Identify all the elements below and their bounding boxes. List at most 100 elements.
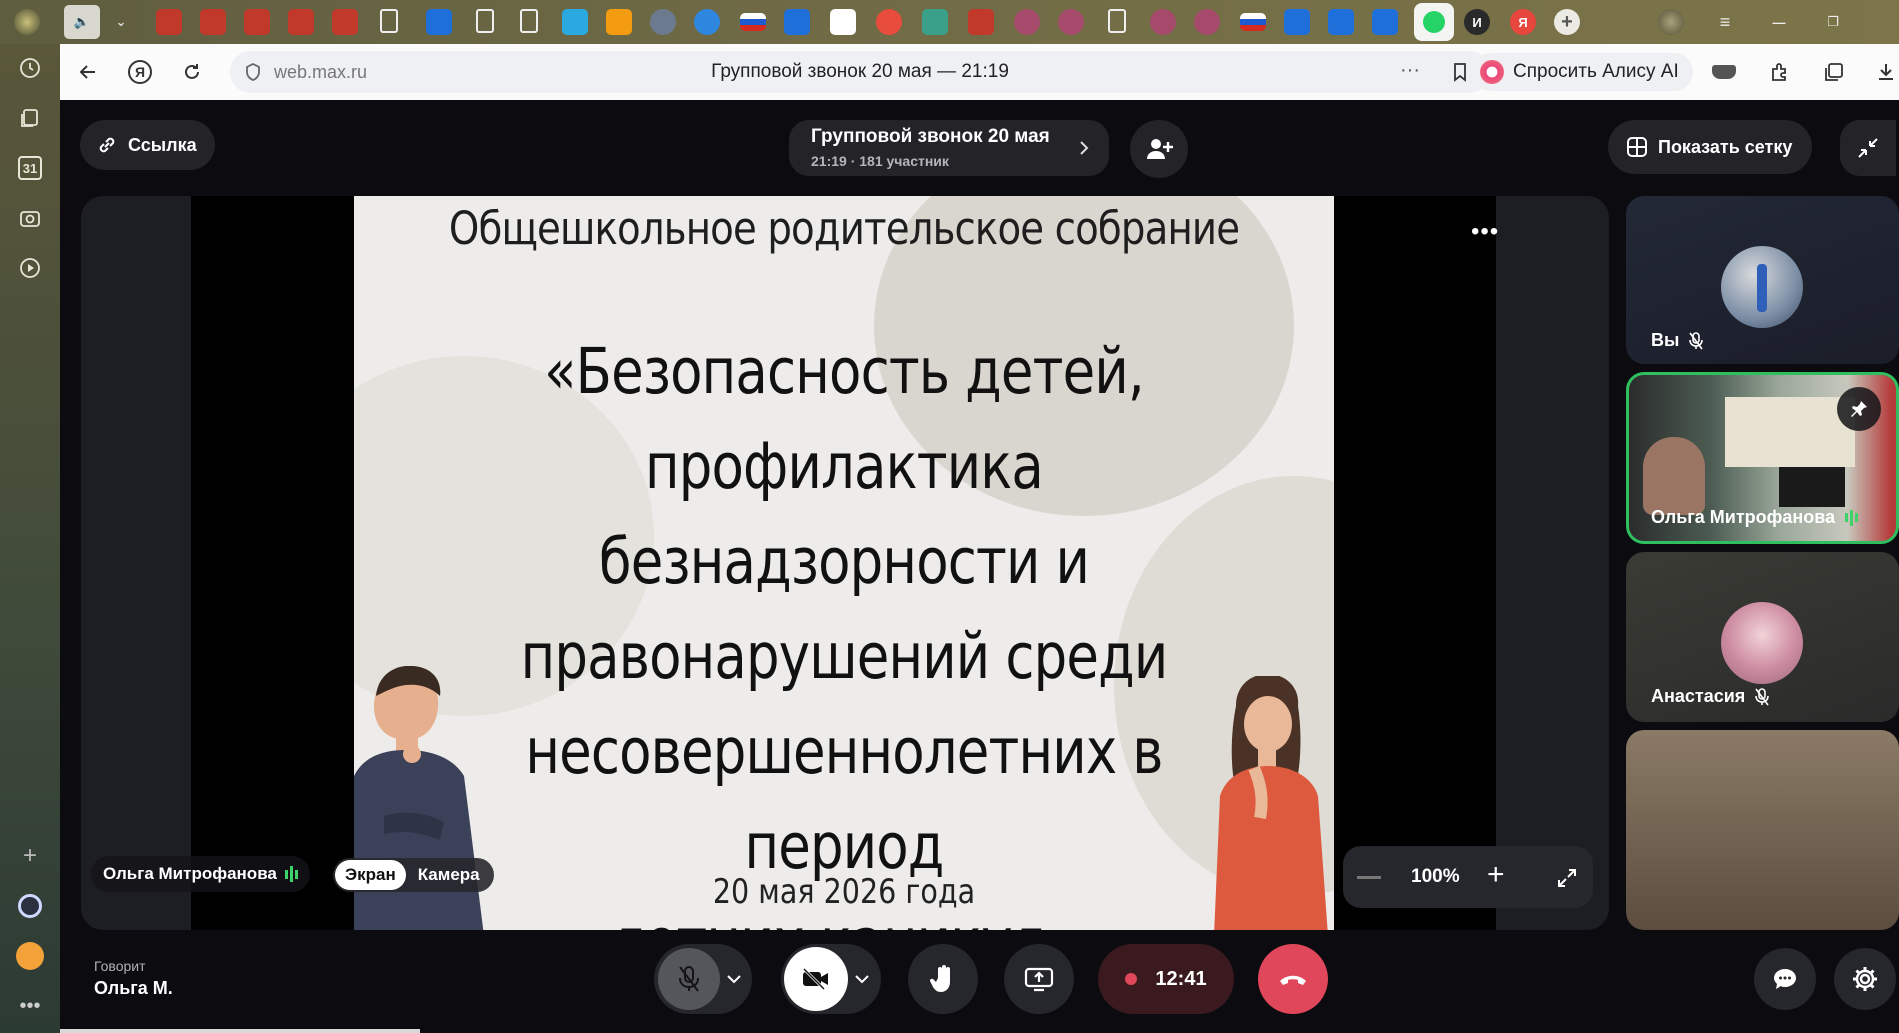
tab-favicon[interactable]: [332, 9, 358, 35]
mute-microphone-button[interactable]: [658, 948, 720, 1010]
tab-favicon[interactable]: [650, 9, 676, 35]
end-call-button[interactable]: [1258, 944, 1328, 1014]
participant-tile-partial[interactable]: [1626, 730, 1899, 930]
mail-app-icon[interactable]: [14, 940, 46, 972]
extensions-icon[interactable]: [1764, 56, 1796, 88]
pin-icon: [1851, 401, 1867, 417]
yandex-home-icon[interactable]: Я: [124, 56, 156, 88]
call-subtitle: 21:19 · 181 участник: [811, 153, 949, 169]
tab-favicon[interactable]: [562, 9, 588, 35]
address-more-icon[interactable]: ···: [1400, 59, 1420, 82]
sound-tab-icon[interactable]: 🔈: [64, 5, 100, 39]
recording-timer[interactable]: 12:41: [1098, 944, 1234, 1014]
minimize-icon[interactable]: —: [1766, 9, 1792, 35]
tab-favicon[interactable]: [1194, 9, 1220, 35]
tab-favicon[interactable]: [1150, 9, 1176, 35]
participant-tile-self[interactable]: Вы: [1626, 196, 1899, 364]
record-dot-icon: [1125, 973, 1138, 985]
screen-share-stage[interactable]: Общешкольное родительское собрание «Безо…: [81, 196, 1609, 930]
chevron-down-icon[interactable]: [726, 973, 742, 985]
copy-link-button[interactable]: Ссылка: [80, 120, 215, 170]
reload-icon[interactable]: [176, 56, 208, 88]
page-loading-bar: [60, 1029, 420, 1033]
yandex-tab-icon[interactable]: Я: [1510, 9, 1536, 35]
tab-favicon[interactable]: [244, 9, 270, 35]
tab-collections-icon[interactable]: [1818, 56, 1850, 88]
flag-tab-icon[interactable]: [1240, 13, 1266, 31]
speaking-bars-icon: [1845, 509, 1859, 526]
raise-hand-button[interactable]: [908, 944, 978, 1014]
downloads-icon[interactable]: [1708, 56, 1740, 88]
tab-favicon[interactable]: [694, 9, 720, 35]
slide-title-line: несовершеннолетних в период: [525, 715, 1163, 883]
more-dots-icon[interactable]: •••: [14, 990, 46, 1022]
screenshot-camera-icon[interactable]: [14, 202, 46, 234]
new-tab-plus-icon[interactable]: +: [1554, 9, 1580, 35]
grid-icon: [1627, 137, 1647, 157]
tab-favicon[interactable]: [156, 9, 182, 35]
zoom-out-icon[interactable]: [1357, 876, 1381, 879]
show-grid-button[interactable]: Показать сетку: [1608, 120, 1813, 174]
tab-favicon[interactable]: [968, 9, 994, 35]
tab-favicon[interactable]: [288, 9, 314, 35]
tab-favicon[interactable]: [426, 9, 452, 35]
document-tab-icon[interactable]: [476, 9, 494, 33]
bookmark-icon[interactable]: [1452, 62, 1468, 87]
source-screen-tab[interactable]: Экран: [335, 860, 406, 890]
tab-favicon[interactable]: [830, 9, 856, 35]
tab-favicon[interactable]: [1328, 9, 1354, 35]
document-tab-icon[interactable]: [1108, 9, 1126, 33]
collapse-fullscreen-button[interactable]: [1840, 120, 1896, 176]
tab-favicon[interactable]: [200, 9, 226, 35]
zoom-in-icon[interactable]: +: [1487, 858, 1505, 892]
play-circle-icon[interactable]: [14, 252, 46, 284]
chat-button[interactable]: [1754, 948, 1816, 1010]
tab-list-chevron-icon[interactable]: ⌄: [108, 9, 134, 35]
document-tab-icon[interactable]: [520, 9, 538, 33]
stage-more-icon[interactable]: •••: [1471, 218, 1499, 246]
presentation-slide: Общешкольное родительское собрание «Безо…: [354, 196, 1334, 930]
tab-favicon[interactable]: [1058, 9, 1084, 35]
participant-tile[interactable]: Анастасия: [1626, 552, 1899, 722]
share-screen-button[interactable]: [1004, 944, 1074, 1014]
source-camera-tab[interactable]: Камера: [406, 860, 492, 890]
tab-favicon[interactable]: [1284, 9, 1310, 35]
restore-icon[interactable]: ❐: [1820, 9, 1846, 35]
address-bar[interactable]: web.max.ru Групповой звонок 20 мая — 21:…: [230, 51, 1490, 93]
back-arrow-icon[interactable]: [72, 56, 104, 88]
history-clock-icon[interactable]: [14, 52, 46, 84]
expand-icon[interactable]: [1555, 866, 1579, 890]
mail-tab-icon[interactable]: [606, 9, 632, 35]
speaking-name: Ольга М.: [94, 978, 173, 998]
tab-favicon[interactable]: И: [1464, 9, 1490, 35]
mic-muted-icon: [1689, 331, 1704, 349]
profile-icon[interactable]: [1658, 9, 1684, 35]
collections-icon[interactable]: [14, 102, 46, 134]
document-tab-icon[interactable]: [380, 9, 398, 33]
download-arrow-icon[interactable]: [1870, 56, 1899, 88]
slide-date: 20 мая 2026 года: [712, 872, 976, 912]
tab-favicon[interactable]: [1372, 9, 1398, 35]
add-panel-plus-icon[interactable]: +: [14, 840, 46, 872]
ask-alice-button[interactable]: Спросить Алису AI: [1472, 53, 1693, 91]
toggle-camera-button[interactable]: [784, 947, 848, 1011]
tab-favicon[interactable]: [1014, 9, 1040, 35]
whatsapp-tab-icon[interactable]: [1414, 3, 1454, 41]
add-participant-button[interactable]: [1130, 120, 1188, 178]
browser-sidebar: 31 + •••: [0, 44, 60, 1033]
tab-favicon[interactable]: [876, 9, 902, 35]
presenter-label: Ольга Митрофанова: [91, 856, 310, 892]
pin-button[interactable]: [1837, 387, 1881, 431]
address-page-title: Групповой звонок 20 мая — 21:19: [711, 61, 1009, 82]
flag-tab-icon[interactable]: [740, 13, 766, 31]
participant-tile-speaker[interactable]: Ольга Митрофанова: [1626, 372, 1899, 544]
browser-profile-avatar[interactable]: [14, 9, 40, 35]
tab-favicon[interactable]: [922, 9, 948, 35]
alice-circle-icon[interactable]: [14, 890, 46, 922]
chevron-down-icon[interactable]: [854, 973, 870, 985]
call-info-button[interactable]: Групповой звонок 20 мая 21:19 · 181 учас…: [789, 120, 1109, 176]
calendar-icon[interactable]: 31: [14, 152, 46, 184]
tab-favicon[interactable]: [784, 9, 810, 35]
settings-button[interactable]: [1834, 948, 1896, 1010]
menu-icon[interactable]: ≡: [1712, 9, 1738, 35]
